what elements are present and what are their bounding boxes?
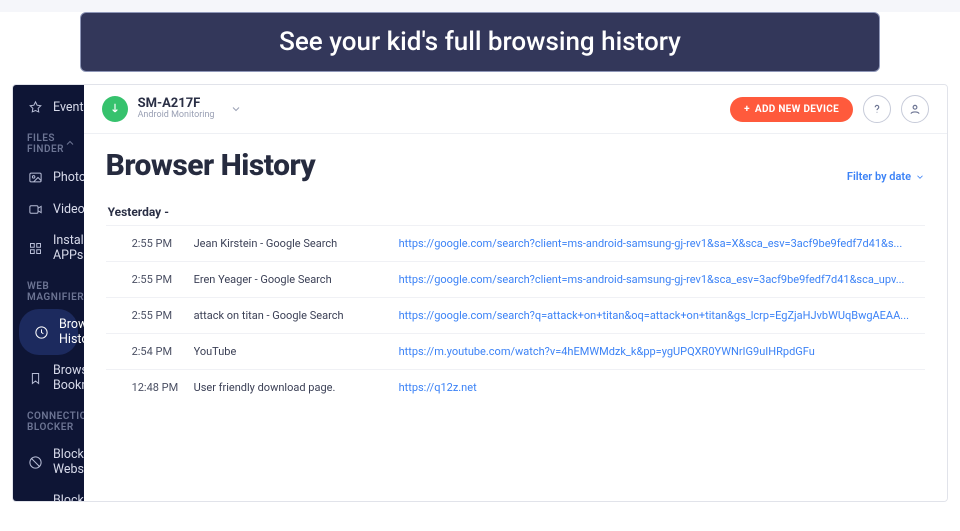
dashboard: Events FILES FINDER Photo Video Installe… — [12, 84, 948, 502]
history-url[interactable]: https://google.com/search?q=attack+on+ti… — [399, 309, 917, 322]
block-website-icon — [27, 454, 43, 470]
sidebar-item-block-wifi[interactable]: Block Wi-Fi — [13, 485, 84, 501]
sidebar-item-label: Events — [53, 100, 84, 115]
help-button[interactable] — [863, 95, 891, 123]
history-time: 2:55 PM — [114, 309, 194, 322]
table-row[interactable]: 2:54 PMYouTubehttps://m.youtube.com/watc… — [106, 333, 925, 369]
history-url[interactable]: https://google.com/search?client=ms-andr… — [399, 273, 917, 286]
promo-banner-text: See your kid's full browsing history — [91, 27, 869, 57]
sidebar-section-files-finder[interactable]: FILES FINDER — [13, 123, 84, 161]
add-device-label: ADD NEW DEVICE — [755, 104, 839, 115]
history-title: YouTube — [194, 345, 399, 358]
sidebar-item-video[interactable]: Video — [13, 193, 84, 225]
history-group-label: Yesterday - — [106, 199, 925, 225]
video-icon — [27, 201, 43, 217]
sidebar-item-label: Block Wi-Fi — [53, 493, 84, 501]
topbar: SM-A217F Android Monitoring + ADD NEW DE… — [84, 85, 947, 134]
photo-icon — [27, 169, 43, 185]
sidebar-item-events[interactable]: Events — [13, 91, 84, 123]
add-device-button[interactable]: + ADD NEW DEVICE — [730, 97, 853, 122]
device-name: SM-A217F — [138, 97, 215, 111]
filter-label: Filter by date — [847, 170, 911, 183]
history-url[interactable]: https://m.youtube.com/watch?v=4hEMWMdzk_… — [399, 345, 917, 358]
page-title: Browser History — [106, 148, 316, 183]
main-panel: SM-A217F Android Monitoring + ADD NEW DE… — [84, 85, 947, 501]
sidebar-section-title: CONNECTION BLOCKER — [27, 411, 84, 433]
device-subtitle: Android Monitoring — [138, 111, 215, 121]
chevron-down-icon[interactable] — [230, 100, 242, 119]
history-title: User friendly download page. — [194, 381, 399, 394]
sidebar-item-label: Browser Bookmark — [53, 363, 84, 393]
table-row[interactable]: 12:48 PMUser friendly download page.http… — [106, 369, 925, 405]
device-status-icon — [102, 96, 128, 122]
sidebar-section-connection-blocker[interactable]: CONNECTION BLOCKER — [13, 401, 84, 439]
device-selector[interactable]: SM-A217F Android Monitoring — [138, 97, 215, 121]
account-button[interactable] — [901, 95, 929, 123]
history-title: attack on titan - Google Search — [194, 309, 399, 322]
history-url[interactable]: https://google.com/search?client=ms-andr… — [399, 237, 917, 250]
bookmark-icon — [27, 370, 43, 386]
wifi-icon — [27, 500, 43, 501]
apps-icon — [27, 240, 43, 256]
history-title: Jean Kirstein - Google Search — [194, 237, 399, 250]
sidebar-section-title: WEB MAGNIFIER — [27, 281, 84, 303]
filter-by-date[interactable]: Filter by date — [847, 170, 925, 183]
history-time: 2:54 PM — [114, 345, 194, 358]
sidebar-item-block-websites[interactable]: Block Websites — [13, 439, 84, 485]
history-table: 2:55 PMJean Kirstein - Google Searchhttp… — [106, 225, 925, 405]
history-time: 12:48 PM — [114, 381, 194, 394]
sidebar-item-browser-bookmark[interactable]: Browser Bookmark — [13, 355, 84, 401]
table-row[interactable]: 2:55 PMattack on titan - Google Searchht… — [106, 297, 925, 333]
promo-banner: See your kid's full browsing history — [80, 12, 880, 72]
sidebar-item-installed-apps[interactable]: Installed APPs — [13, 225, 84, 271]
plus-icon: + — [744, 104, 750, 115]
star-icon — [27, 99, 43, 115]
sidebar-item-label: Browser History — [59, 317, 84, 347]
sidebar-item-label: Photo — [53, 170, 84, 185]
sidebar: Events FILES FINDER Photo Video Installe… — [13, 85, 84, 501]
sidebar-section-title: FILES FINDER — [27, 133, 64, 155]
clock-icon — [33, 324, 49, 340]
history-time: 2:55 PM — [114, 273, 194, 286]
history-url[interactable]: https://q12z.net — [399, 381, 917, 394]
content-area: Browser History Filter by date Yesterday… — [84, 134, 947, 501]
page-header: Browser History Filter by date — [106, 144, 925, 199]
history-time: 2:55 PM — [114, 237, 194, 250]
sidebar-section-web-magnifier[interactable]: WEB MAGNIFIER — [13, 271, 84, 309]
chevron-up-icon — [64, 137, 76, 152]
sidebar-item-browser-history[interactable]: Browser History — [19, 309, 78, 355]
sidebar-item-label: Installed APPs — [53, 233, 84, 263]
history-title: Eren Yeager - Google Search — [194, 273, 399, 286]
sidebar-item-label: Video — [53, 202, 84, 217]
chevron-down-icon — [915, 172, 925, 182]
sidebar-item-label: Block Websites — [53, 447, 84, 477]
sidebar-item-photo[interactable]: Photo — [13, 161, 84, 193]
table-row[interactable]: 2:55 PMEren Yeager - Google Searchhttps:… — [106, 261, 925, 297]
table-row[interactable]: 2:55 PMJean Kirstein - Google Searchhttp… — [106, 225, 925, 261]
